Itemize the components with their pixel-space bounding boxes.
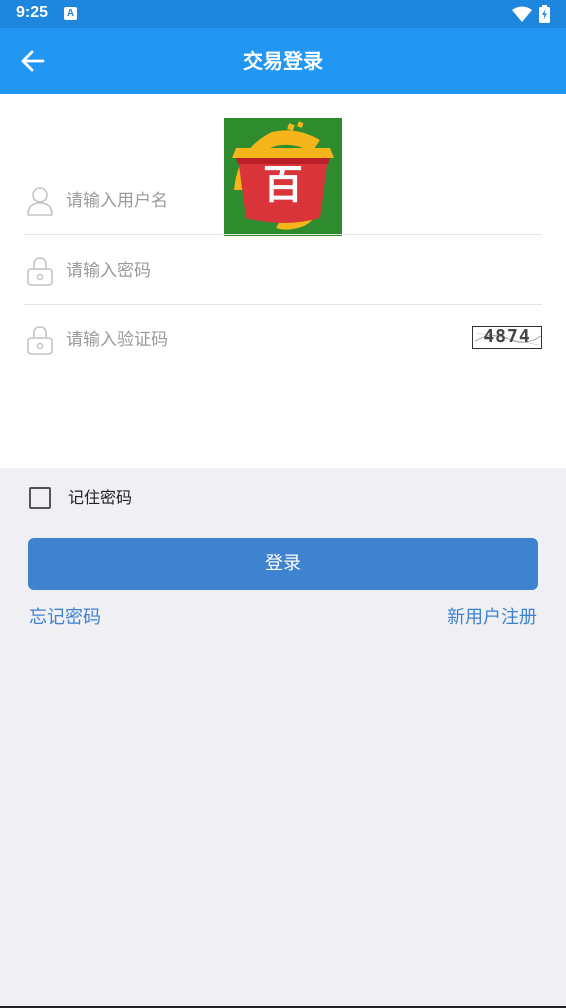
username-input[interactable] — [66, 183, 456, 219]
lock-icon — [27, 326, 53, 355]
captcha-code: 4874 — [483, 326, 531, 347]
wifi-icon — [512, 6, 532, 22]
forgot-password-link[interactable]: 忘记密码 — [29, 605, 101, 631]
back-arrow-icon[interactable] — [20, 49, 46, 73]
username-row — [24, 166, 542, 235]
password-row — [24, 236, 542, 305]
user-icon — [27, 187, 53, 216]
status-time: 9:25 — [16, 4, 49, 21]
password-input[interactable] — [66, 253, 456, 289]
login-button[interactable]: 登录 — [28, 538, 538, 590]
battery-icon — [539, 5, 550, 23]
lock-icon — [27, 257, 53, 286]
captcha-row: 4874 — [24, 305, 542, 374]
page-title: 交易登录 — [243, 49, 323, 73]
remember-password-label: 记住密码 — [68, 488, 133, 507]
app-bar: 交易登录 — [0, 28, 566, 94]
status-bar: 9:25 A — [0, 0, 566, 28]
notification-a-icon: A — [64, 7, 77, 20]
captcha-input[interactable] — [66, 322, 436, 358]
captcha-image[interactable]: 4874 — [472, 326, 542, 349]
remember-password-checkbox[interactable] — [29, 487, 51, 509]
register-link[interactable]: 新用户注册 — [447, 605, 537, 631]
